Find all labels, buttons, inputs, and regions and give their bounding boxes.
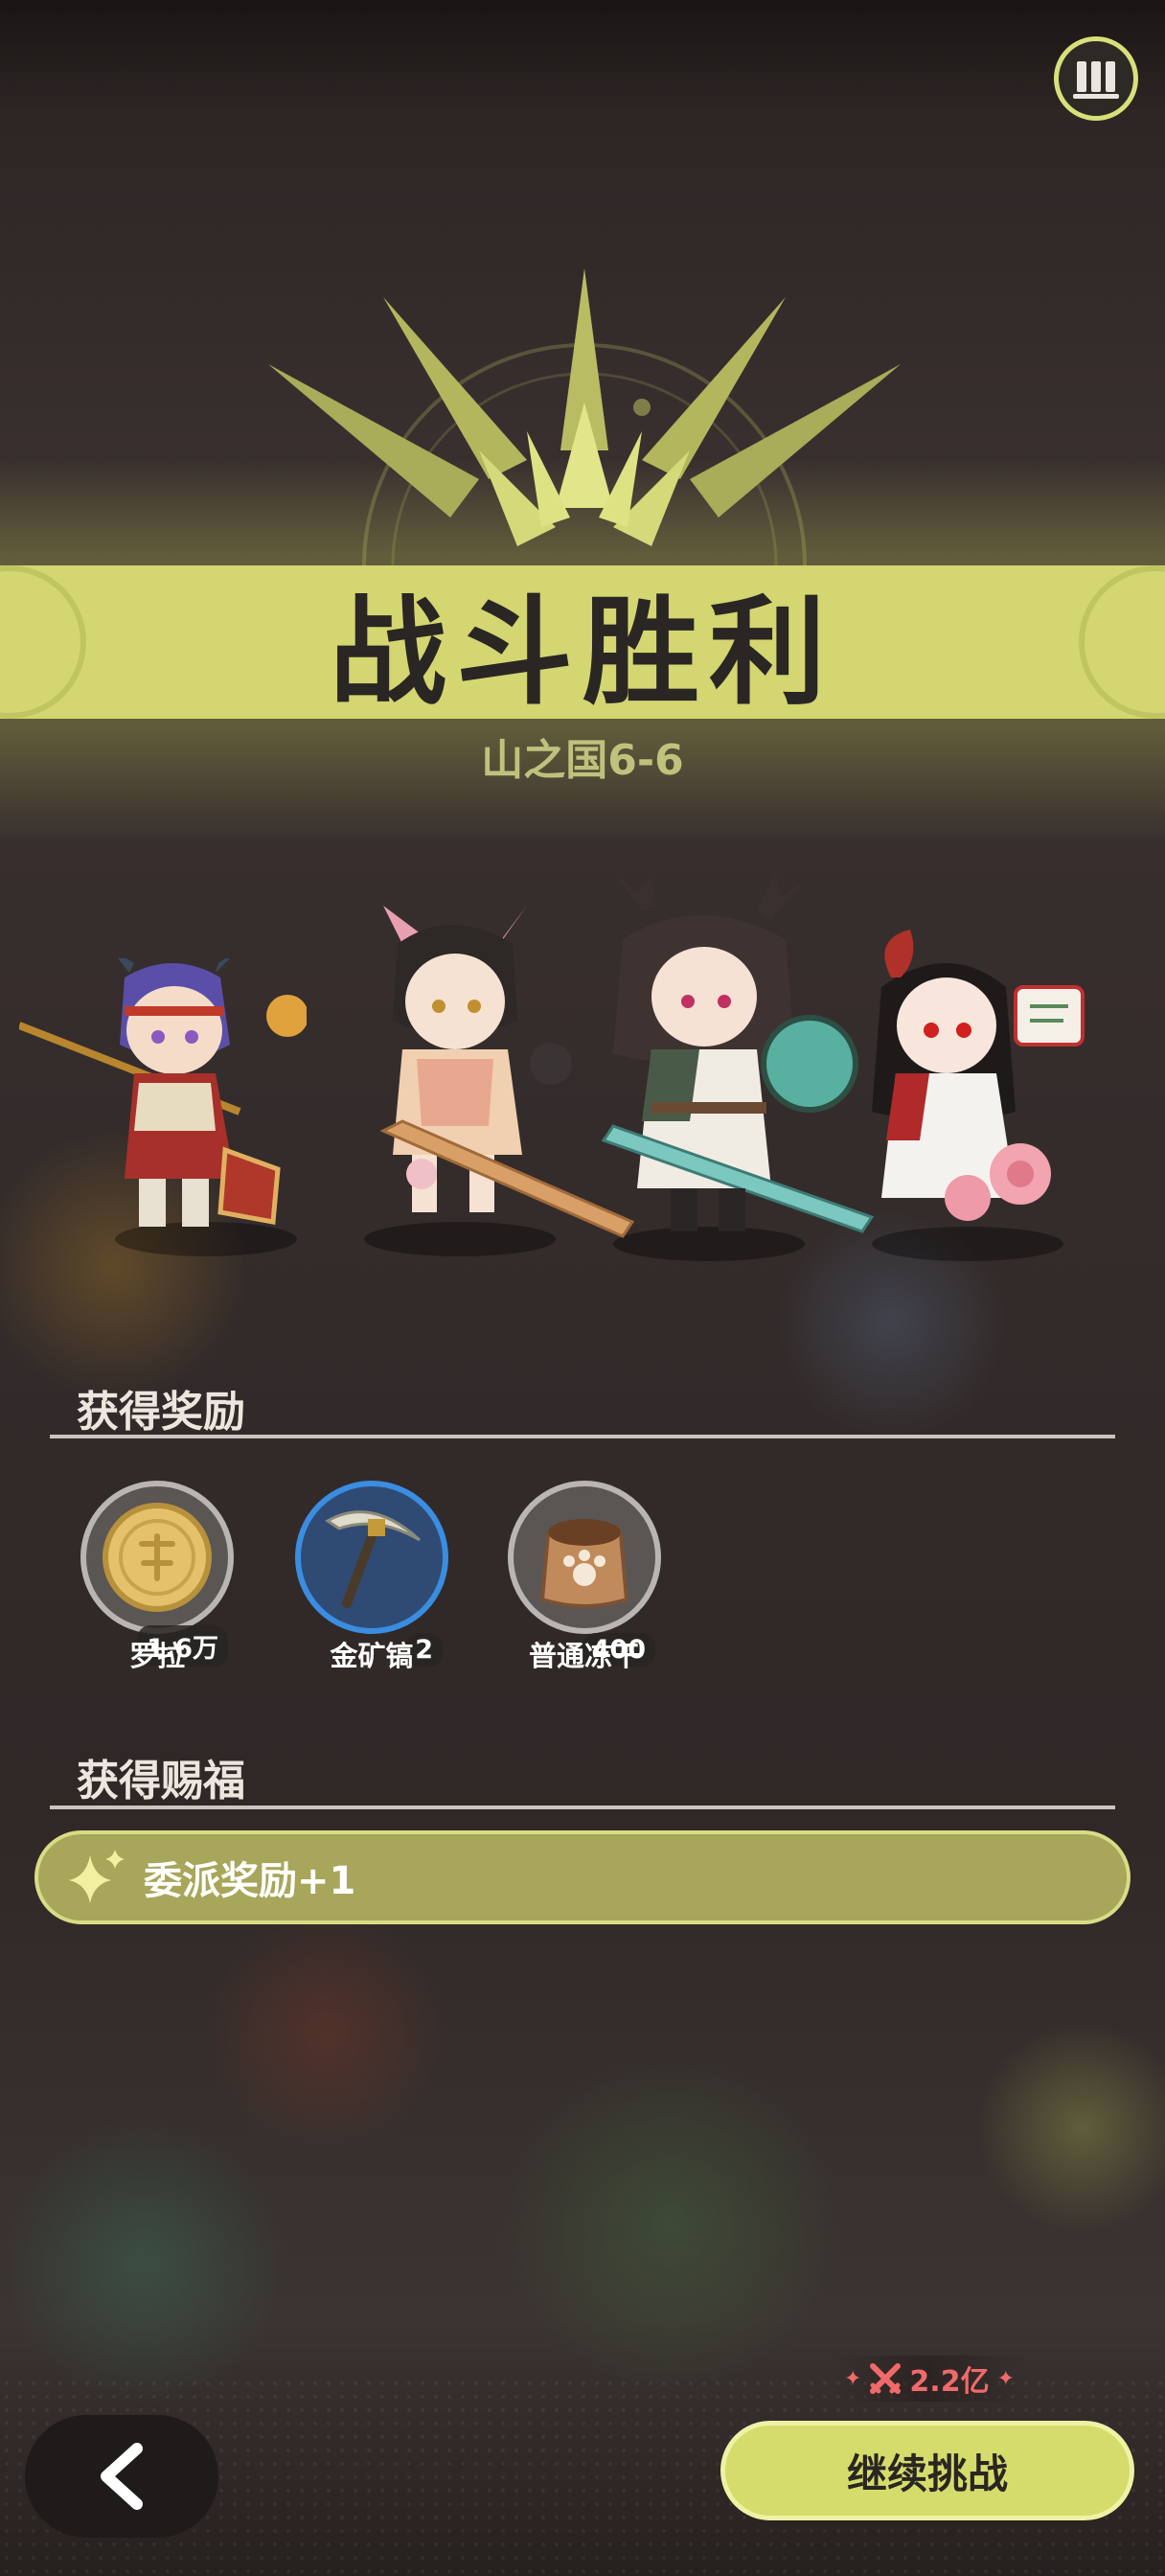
reward-name: 普通冻干: [528, 1640, 640, 1672]
gold-coin-icon: [103, 1503, 212, 1612]
reward-name: 金矿镐: [330, 1640, 414, 1672]
menu-button[interactable]: [1054, 36, 1138, 121]
reward-frame: [508, 1481, 661, 1634]
sparkle-icon: [69, 1850, 125, 1903]
team-characters: [0, 862, 1165, 1284]
blessing-item[interactable]: 委派奖励+1: [34, 1830, 1131, 1924]
sparkle-left-icon: ✦: [843, 2366, 862, 2391]
reward-item-gold-pickaxe[interactable]: 2 金矿镐: [295, 1481, 448, 1672]
book-shelf-icon: [1073, 61, 1119, 99]
rewards-section-title: 获得奖励: [77, 1388, 245, 1437]
pickaxe-icon: [325, 1510, 422, 1608]
banner-left-ornament: [0, 565, 86, 719]
top-fade: [0, 0, 1165, 115]
blessings-divider: [50, 1806, 1115, 1809]
banner-right-ornament: [1079, 565, 1165, 719]
reward-item-freeze-dried-food[interactable]: 400 普通冻干: [508, 1481, 661, 1672]
reward-item-lola[interactable]: 1.6万 罗拉: [80, 1481, 234, 1672]
reward-frame: [80, 1481, 234, 1634]
reward-name: 罗拉: [128, 1640, 185, 1672]
character-rose-dress-girl: [872, 930, 1085, 1221]
power-value: 2.2亿: [909, 2365, 990, 2399]
continue-challenge-button[interactable]: 继续挑战: [720, 2421, 1134, 2520]
crossed-swords-icon: [870, 2363, 902, 2394]
sparkle-right-icon: ✦: [996, 2366, 1016, 2391]
stage-name: 山之国6-6: [481, 736, 684, 785]
victory-banner: 战斗胜利: [0, 565, 1165, 719]
food-sack-icon: [539, 1519, 629, 1608]
back-button[interactable]: [25, 2415, 218, 2538]
blessings-section-title: 获得赐福: [77, 1757, 245, 1806]
victory-title: 战斗胜利: [330, 584, 835, 720]
rewards-divider: [50, 1435, 1115, 1438]
team-power: ✦ 2.2亿 ✦: [834, 2356, 1025, 2402]
reward-frame: [295, 1481, 448, 1634]
blessing-text: 委派奖励+1: [144, 1859, 356, 1903]
character-purple-warrior: [19, 958, 307, 1227]
chevron-left-icon: [101, 2443, 143, 2510]
